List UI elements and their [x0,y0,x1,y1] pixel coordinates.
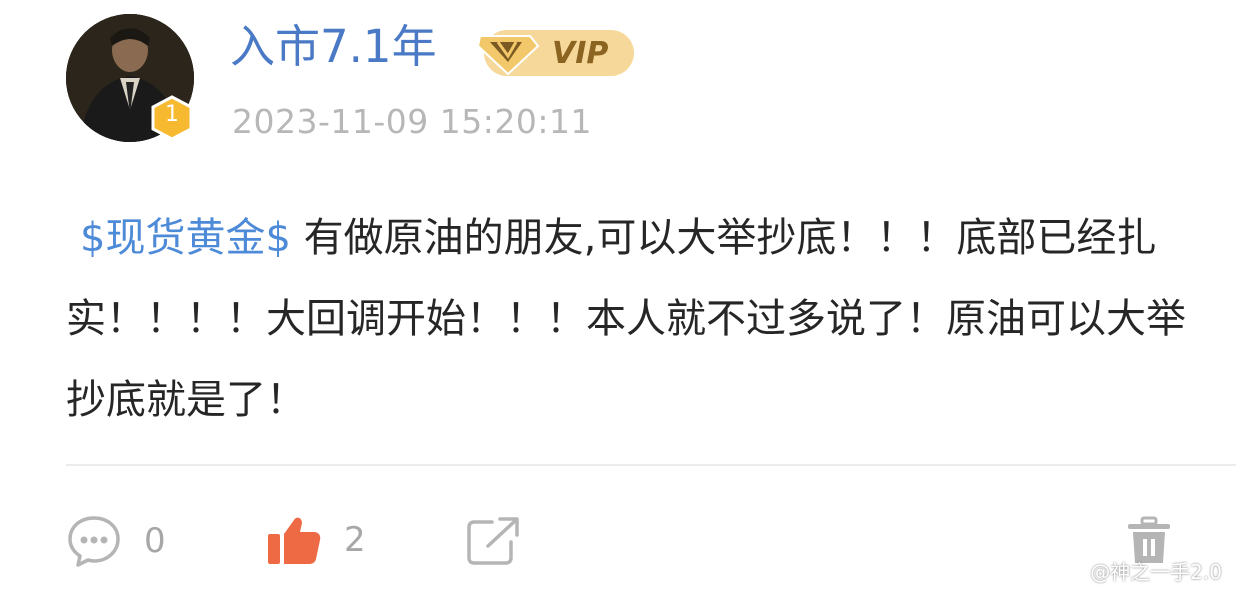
like-count: 2 [344,520,366,560]
comment-count: 0 [144,521,166,561]
divider [66,464,1236,466]
post-timestamp: 2023-11-09 15:20:11 [232,102,592,141]
watermark-text: @神之一手2.0 [1090,560,1222,584]
watermark: @神之一手2.0 [1066,556,1222,585]
comment-icon [68,516,120,567]
vip-text: VIP [552,36,608,71]
comment-button[interactable]: 0 [66,514,166,568]
vip-badge: VIP [476,26,636,78]
level-badge: 1 [151,95,193,141]
post-body: $现货黄金$ 有做原油的朋友,可以大举抄底！！！底部已经扎实！！！！大回调开始！… [66,198,1196,441]
thumbs-up-icon [268,517,321,564]
stock-tag-link[interactable]: $现货黄金$ [80,215,291,261]
share-icon [467,517,519,565]
like-button[interactable]: 2 [266,514,366,566]
share-button[interactable] [466,516,520,566]
zhihu-logo-icon [1068,564,1084,579]
level-number: 1 [165,102,179,127]
username[interactable]: 入市7.1年 [230,19,437,75]
